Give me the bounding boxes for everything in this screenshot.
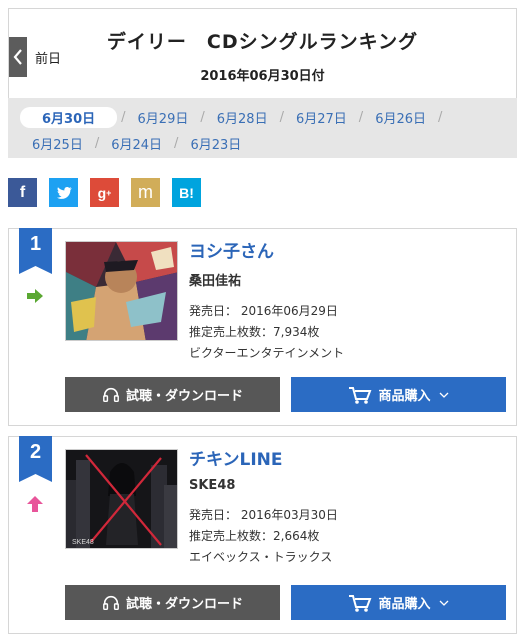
date-tab-0629[interactable]: 6月29日 [130,108,197,127]
ranking-item-2: 2 SKE48 チキンLINE SKE48 発売日： 2016年03月30日 推… [8,436,517,634]
date-tabs: 6月30日 / 6月29日 / 6月28日 / 6月27日 / 6月26日 / … [8,98,517,158]
record-label: ビクターエンタテインメント [189,346,345,360]
trend-up-arrow-icon [27,496,43,512]
date-separator: / [94,135,100,151]
hatena-bookmark-icon[interactable]: B! [172,178,201,207]
date-separator: / [121,109,126,125]
listen-download-label: 試聴・ダウンロード [125,597,243,612]
date-row-1: 6月30日 / 6月29日 / 6月28日 / 6月27日 / 6月26日 / [20,106,517,128]
album-jacket-image[interactable] [65,241,178,341]
date-tab-0623[interactable]: 6月23日 [182,134,249,153]
song-info: チキンLINE SKE48 発売日： 2016年03月30日 推定売上枚数：2,… [189,445,338,568]
ranking-header: 前日 デイリー CDシングルランキング 2016年06月30日付 [8,8,517,98]
purchase-label: 商品購入 [378,597,431,612]
listen-download-button[interactable]: 試聴・ダウンロード [65,377,280,412]
headphones-icon [103,595,119,610]
song-title-link[interactable]: チキンLINE [189,445,338,470]
album-jacket-image[interactable]: SKE48 [65,449,178,549]
svg-text:SKE48: SKE48 [72,539,94,546]
social-share-buttons: f g + m B! [8,178,201,207]
mixi-icon[interactable]: m [131,178,160,207]
purchase-button[interactable]: 商品購入 [291,377,506,412]
cart-icon [349,386,372,404]
rank-number: 1 [29,233,42,255]
cart-icon [349,594,372,612]
ranking-date: 2016年06月30日付 [200,69,325,84]
rank-number: 2 [29,441,42,463]
release-date: 発売日： 2016年06月29日 [189,304,338,318]
purchase-button[interactable]: 商品購入 [291,585,506,620]
chevron-down-icon [439,600,448,606]
google-plus-icon[interactable]: g + [90,178,119,207]
date-separator: / [358,109,364,125]
date-tab-0627[interactable]: 6月27日 [288,108,355,127]
page-title: デイリー CDシングルランキング [106,31,419,53]
date-separator: / [279,109,284,125]
date-tab-0626[interactable]: 6月26日 [367,108,434,127]
date-separator: / [174,135,179,151]
date-tab-0628[interactable]: 6月28日 [209,108,276,127]
song-title-link[interactable]: ヨシ子さん [189,237,344,262]
date-row-2: 6月25日 / 6月24日 / 6月23日 [24,132,517,154]
song-meta: 発売日： 2016年06月29日 推定売上枚数：7,934枚 ビクターエンタテイ… [189,301,344,364]
trend-same-arrow-icon [27,289,43,303]
date-separator: / [438,109,443,125]
ranking-item-1: 1 ヨシ子さん 桑田佳祐 発売日： 2016年06月29日 推定売上枚数：7,9… [8,228,517,426]
song-meta: 発売日： 2016年03月30日 推定売上枚数：2,664枚 エイベックス・トラ… [189,505,338,568]
purchase-label: 商品購入 [378,389,431,404]
date-separator: / [200,109,205,125]
listen-download-label: 試聴・ダウンロード [125,389,243,404]
song-info: ヨシ子さん 桑田佳祐 発売日： 2016年06月29日 推定売上枚数：7,934… [189,237,344,364]
estimated-sales: 推定売上枚数：2,664枚 [189,529,320,543]
headphones-icon [103,387,119,402]
facebook-icon[interactable]: f [8,178,37,207]
date-tab-0630[interactable]: 6月30日 [20,106,118,128]
record-label: エイベックス・トラックス [189,550,333,564]
date-tab-0625[interactable]: 6月25日 [24,134,91,153]
twitter-icon[interactable] [49,178,78,207]
estimated-sales: 推定売上枚数：7,934枚 [189,325,320,339]
release-date: 発売日： 2016年03月30日 [189,508,338,522]
artist-name: SKE48 [189,478,236,493]
chevron-down-icon [439,392,448,398]
listen-download-button[interactable]: 試聴・ダウンロード [65,585,280,620]
date-tab-0624[interactable]: 6月24日 [103,134,170,153]
artist-name: 桑田佳祐 [189,274,242,289]
